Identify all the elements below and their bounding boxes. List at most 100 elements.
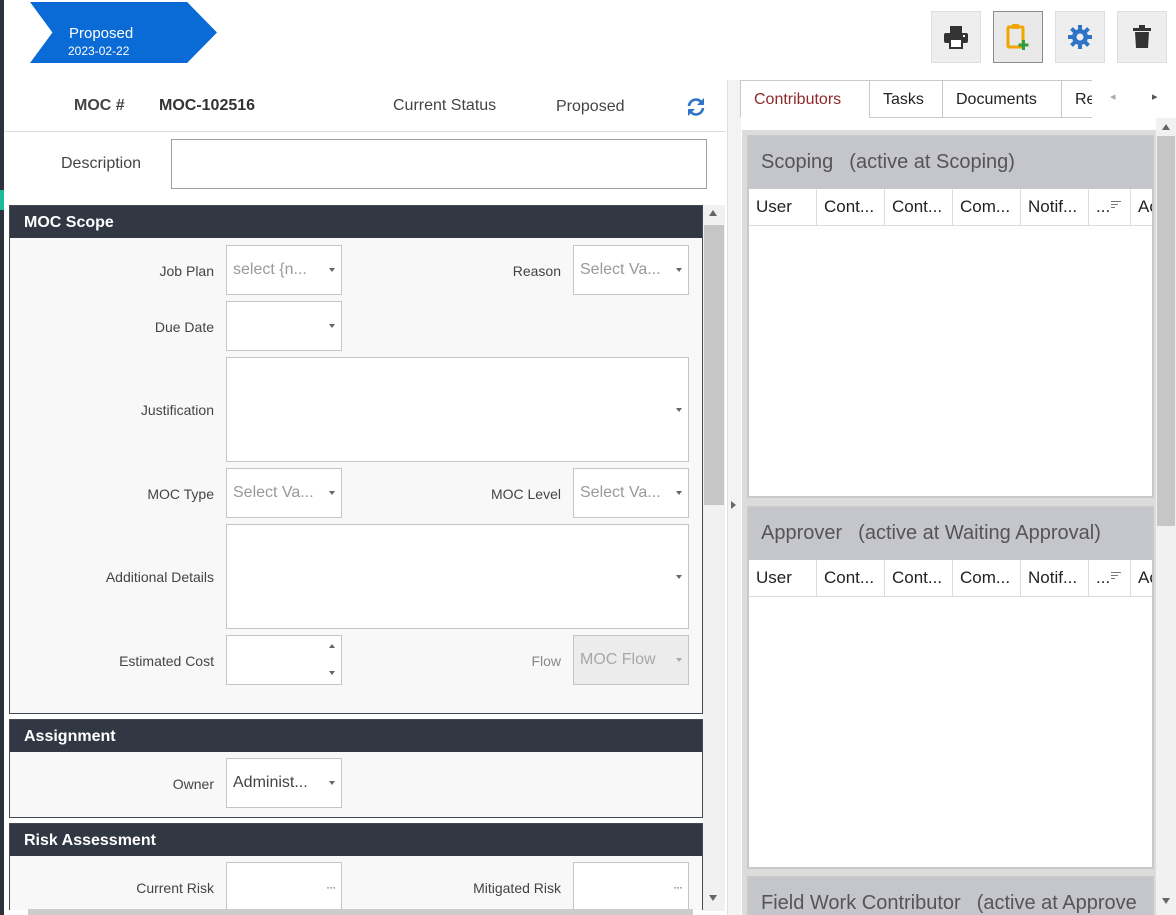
scroll-down-icon[interactable] — [1162, 898, 1170, 904]
job-plan-select[interactable]: select {n... — [226, 245, 342, 295]
column-actions[interactable]: Ac — [1131, 189, 1152, 226]
tab-documents[interactable]: Documents — [942, 80, 1062, 118]
contributor-group-field-work: Field Work Contributor (active at Approve — [747, 876, 1154, 915]
moc-number-label: MOC # — [74, 97, 125, 114]
print-button[interactable] — [931, 11, 981, 63]
tab-scroll-left-icon[interactable]: ◂ — [1110, 90, 1116, 103]
column-comments[interactable]: Com... — [953, 560, 1021, 597]
settings-button[interactable] — [1055, 11, 1105, 63]
tab-partial[interactable]: Re — [1061, 80, 1092, 118]
tab-tasks[interactable]: Tasks — [869, 80, 943, 118]
column-more[interactable]: ... — [1089, 560, 1131, 597]
status-chevron: Proposed 2023-02-22 — [30, 2, 217, 63]
column-more-label: ... — [1096, 568, 1111, 587]
current-risk-input[interactable]: ··· — [226, 862, 342, 910]
column-cont-2[interactable]: Cont... — [885, 189, 953, 226]
scroll-up-icon[interactable] — [1162, 124, 1170, 130]
justification-label: Justification — [140, 402, 214, 418]
owner-label: Owner — [172, 776, 214, 792]
window-edge — [0, 0, 4, 915]
moc-number: MOC-102516 — [159, 97, 256, 114]
assignment-header: Assignment — [10, 720, 702, 752]
moc-level-value: Select Va... — [580, 484, 661, 501]
sort-icon[interactable] — [1111, 572, 1121, 581]
moc-type-select[interactable]: Select Va... — [226, 468, 342, 518]
current-risk-lookup-button[interactable]: ··· — [326, 880, 336, 894]
header-divider — [4, 131, 726, 132]
splitter-chevron-icon[interactable] — [731, 501, 736, 509]
current-risk-label: Current Risk — [136, 880, 214, 896]
flow-value: MOC Flow — [580, 651, 656, 668]
column-more[interactable]: ... — [1089, 189, 1131, 226]
flow-select: MOC Flow — [573, 635, 689, 685]
risk-assessment-header: Risk Assessment — [10, 824, 702, 856]
printer-icon — [944, 26, 968, 49]
owner-select[interactable]: Administ... — [226, 758, 342, 808]
due-date-label: Due Date — [154, 319, 214, 335]
contributors-scroll-thumb[interactable] — [1157, 136, 1175, 526]
add-to-clipboard-button[interactable] — [993, 11, 1043, 63]
flow-label: Flow — [531, 653, 561, 669]
justification-input[interactable] — [226, 357, 689, 462]
scroll-down-icon[interactable] — [709, 895, 717, 901]
trash-icon — [1133, 25, 1151, 48]
scroll-up-icon[interactable] — [709, 210, 717, 216]
tab-strip-line — [870, 117, 1092, 118]
group-column-headers: User Cont... Cont... Com... Notif... ...… — [749, 560, 1152, 597]
column-more-label: ... — [1096, 197, 1111, 216]
moc-scope-header: MOC Scope — [10, 206, 702, 238]
column-actions[interactable]: Ac — [1131, 560, 1152, 597]
mitigated-risk-label: Mitigated Risk — [473, 880, 561, 896]
column-user[interactable]: User — [749, 560, 817, 597]
current-status-value: Proposed — [556, 98, 625, 115]
job-plan-value: select {n... — [233, 261, 307, 278]
chevron-down-icon — [329, 268, 335, 272]
additional-details-label: Additional Details — [105, 569, 214, 585]
window-edge-accent — [0, 190, 4, 210]
group-activity: (active at Approve — [976, 892, 1137, 914]
assignment-section: Assignment Owner Administ... — [9, 719, 703, 818]
status-chevron-date: 2023-02-22 — [68, 44, 130, 58]
current-status-label: Current Status — [393, 97, 497, 114]
column-cont-2[interactable]: Cont... — [885, 560, 953, 597]
column-notifications[interactable]: Notif... — [1021, 560, 1089, 597]
tab-scroll-right-icon[interactable]: ▸ — [1152, 90, 1158, 103]
group-activity: (active at Waiting Approval) — [858, 522, 1101, 544]
group-column-headers: User Cont... Cont... Com... Notif... ...… — [749, 189, 1152, 226]
tab-contributors[interactable]: Contributors — [740, 80, 870, 118]
chevron-down-icon — [676, 658, 682, 662]
chevron-down-icon — [676, 491, 682, 495]
job-plan-label: Job Plan — [159, 263, 214, 279]
reason-value: Select Va... — [580, 261, 661, 278]
column-notifications[interactable]: Notif... — [1021, 189, 1089, 226]
spin-up-icon[interactable] — [329, 644, 335, 648]
moc-form-panel: MOC Scope Job Plan select {n... Reason S… — [9, 205, 703, 910]
mitigated-risk-lookup-button[interactable]: ··· — [673, 880, 683, 894]
column-cont-1[interactable]: Cont... — [817, 189, 885, 226]
column-comments[interactable]: Com... — [953, 189, 1021, 226]
description-input[interactable] — [171, 139, 707, 189]
additional-details-input[interactable] — [226, 524, 689, 629]
refresh-button[interactable] — [685, 97, 707, 122]
clipboard-add-icon — [1006, 24, 1029, 50]
chevron-down-icon — [329, 781, 335, 785]
panel-splitter[interactable] — [727, 80, 741, 915]
chevron-down-icon — [676, 407, 682, 412]
form-scroll-thumb[interactable] — [704, 225, 724, 505]
delete-button[interactable] — [1117, 11, 1167, 63]
moc-type-label: MOC Type — [147, 486, 214, 502]
due-date-picker[interactable] — [226, 301, 342, 351]
column-user[interactable]: User — [749, 189, 817, 226]
reason-select[interactable]: Select Va... — [573, 245, 689, 295]
moc-level-select[interactable]: Select Va... — [573, 468, 689, 518]
spin-down-icon[interactable] — [329, 671, 335, 675]
group-header: Field Work Contributor (active at Approve — [749, 878, 1152, 915]
mitigated-risk-input[interactable]: ··· — [573, 862, 689, 910]
column-cont-1[interactable]: Cont... — [817, 560, 885, 597]
moc-level-label: MOC Level — [490, 486, 561, 502]
form-horizontal-scroll-thumb[interactable] — [28, 909, 693, 915]
group-title: Field Work Contributor — [761, 892, 961, 914]
sort-icon[interactable] — [1111, 201, 1121, 210]
estimated-cost-input[interactable] — [226, 635, 342, 685]
contributor-group-approver: Approver (active at Waiting Approval) Use… — [747, 506, 1154, 869]
